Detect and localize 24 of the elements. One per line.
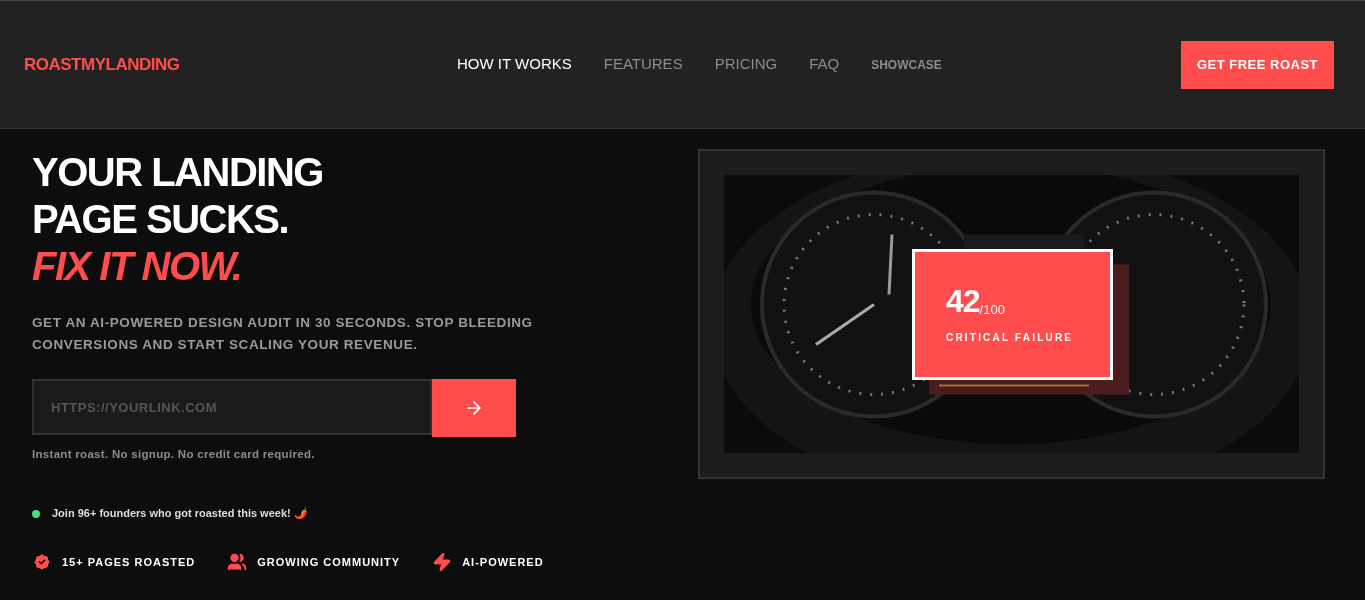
note: Instant roast. No signup. No credit card required.: [32, 447, 315, 462]
verified-badge-icon: [32, 551, 52, 572]
feature-label: AI-POWERED: [462, 554, 544, 570]
feature-label: 15+ PAGES ROASTED: [62, 554, 196, 570]
people-group-icon: [227, 551, 248, 572]
logo[interactable]: ROASTMYLANDING: [24, 51, 424, 78]
headline-accent: FIX IT NOW.: [32, 243, 242, 290]
nav-link[interactable]: SHOWCASE: [871, 55, 942, 74]
nav-link[interactable]: PRICING: [714, 53, 778, 76]
nav-link[interactable]: FAQ: [809, 53, 840, 76]
score-value: 42: [946, 284, 980, 317]
submit-button[interactable]: [432, 379, 516, 437]
headline-line: YOUR LANDING: [32, 149, 323, 196]
score-label: CRITICAL FAILURE: [946, 330, 1074, 345]
nav-link[interactable]: FEATURES: [603, 53, 683, 76]
subtitle: GET AN AI-POWERED DESIGN AUDIT IN 30 SECONDS. STOP BLEEDING CONVERSIONS AND START SCALING YOUR REVENUE.: [32, 314, 534, 354]
get-free-roast-button[interactable]: GET FREE ROAST: [1181, 40, 1334, 89]
lightning-icon: [432, 551, 453, 572]
headline-line: PAGE SUCKS.: [32, 196, 289, 243]
social-proof-text: Join 96+ founders who got roasted this week! 🌶: [52, 506, 308, 522]
feature-label: GROWING COMMUNITY: [257, 554, 401, 570]
score-max: /100: [979, 302, 1005, 316]
url-field[interactable]: HTTPS://YOURLINK.COM: [32, 379, 432, 435]
nav-link[interactable]: HOW IT WORKS: [457, 53, 572, 76]
